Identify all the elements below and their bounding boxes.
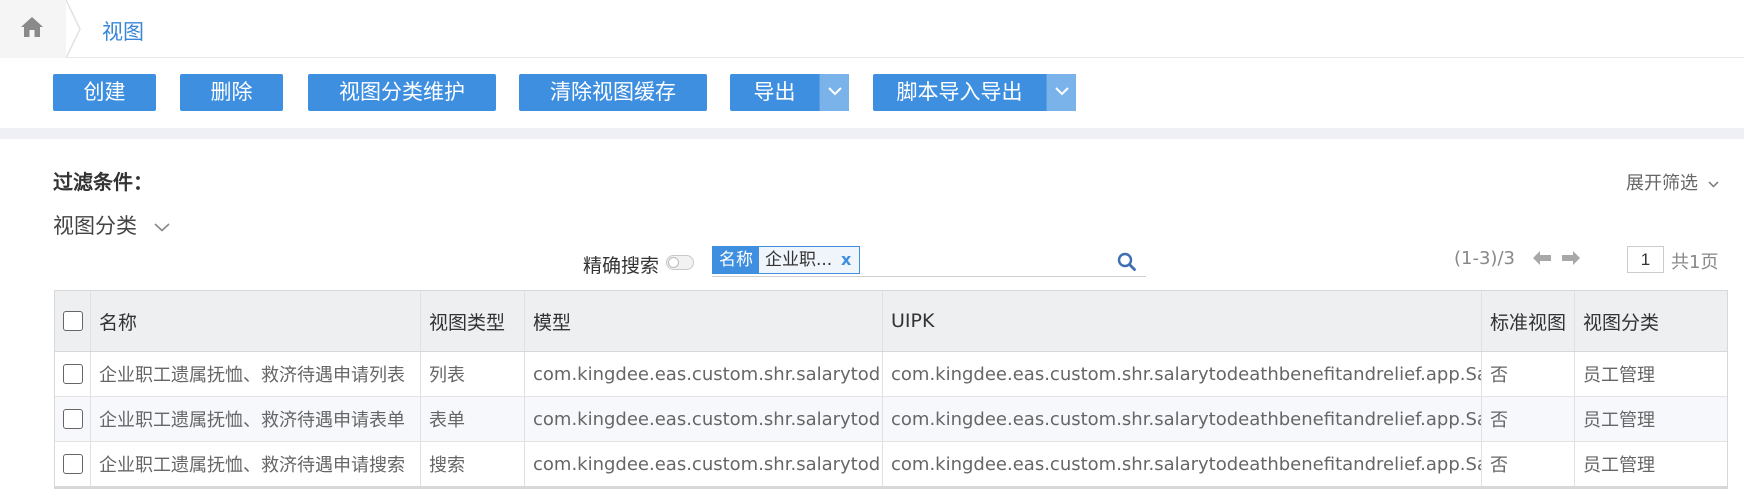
search-tag-value: 企业职... xyxy=(765,250,833,270)
table-row[interactable]: 企业职工遗属抚恤、救济待遇申请表单 表单 com.kingdee.eas.cus… xyxy=(55,397,1727,442)
exact-search-toggle[interactable] xyxy=(666,255,694,270)
cell-name-text: 企业职工遗属抚恤、救济待遇申请搜索 xyxy=(99,455,405,476)
cell-model: com.kingdee.eas.custom.shr.salarytod... xyxy=(525,442,883,486)
cell-model: com.kingdee.eas.custom.shr.salarytod... xyxy=(525,397,883,441)
chevron-down-icon xyxy=(1708,180,1719,188)
column-header-name[interactable]: 名称 xyxy=(91,291,421,351)
cell-uipk: com.kingdee.eas.custom.shr.salarytodeath… xyxy=(883,352,1482,396)
breadcrumb-separator xyxy=(66,0,81,58)
section-divider xyxy=(0,128,1744,139)
clear-cache-button[interactable]: 清除视图缓存 xyxy=(519,74,707,111)
cell-view-type: 搜索 xyxy=(421,442,525,486)
cell-uipk: com.kingdee.eas.custom.shr.salarytodeath… xyxy=(883,442,1482,486)
create-button[interactable]: 创建 xyxy=(53,74,156,111)
delete-button[interactable]: 删除 xyxy=(180,74,283,111)
toolbar: 创建 删除 视图分类维护 清除视图缓存 导出 脚本导入导出 xyxy=(0,58,1744,128)
header-checkbox-cell xyxy=(55,291,91,351)
cell-name-text: 企业职工遗属抚恤、救济待遇申请列表 xyxy=(99,365,405,386)
chevron-down-icon xyxy=(828,87,842,96)
cell-name-text: 企业职工遗属抚恤、救济待遇申请表单 xyxy=(99,410,405,431)
views-table: 名称 视图类型 模型 UIPK 标准视图 视图分类 企业职工遗属抚恤、救济待遇申… xyxy=(54,290,1728,487)
column-header-view-category[interactable]: 视图分类 xyxy=(1575,291,1727,351)
table-row[interactable]: 企业职工遗属抚恤、救济待遇申请列表 列表 com.kingdee.eas.cus… xyxy=(55,352,1727,397)
cell-view-category: 员工管理 xyxy=(1583,365,1655,386)
table-bottom-border xyxy=(54,486,1728,489)
search-tag-key: 名称 xyxy=(713,247,759,273)
breadcrumb-bar: 视图 xyxy=(0,0,1744,58)
cell-name[interactable]: 企业职工遗属抚恤、救济待遇申请搜索 xyxy=(91,442,421,486)
cell-name[interactable]: 企业职工遗属抚恤、救济待遇申请列表 xyxy=(91,352,421,396)
row-checkbox[interactable] xyxy=(62,454,83,474)
search-tag: 名称 企业职... x xyxy=(712,246,861,274)
table-row[interactable]: 企业职工遗属抚恤、救济待遇申请搜索 搜索 com.kingdee.eas.cus… xyxy=(55,442,1727,487)
export-button[interactable]: 导出 xyxy=(730,74,849,111)
column-header-view-type[interactable]: 视图类型 xyxy=(421,291,525,351)
pager-range: (1-3)/3 xyxy=(1454,248,1515,269)
column-header-standard-view[interactable]: 标准视图 xyxy=(1482,291,1575,351)
search-input[interactable] xyxy=(867,246,1107,274)
chevron-down-icon xyxy=(154,222,170,232)
filter-label: 过滤条件： xyxy=(53,170,153,194)
export-label: 导出 xyxy=(753,80,796,104)
cell-name[interactable]: 企业职工遗属抚恤、救济待遇申请表单 xyxy=(91,397,421,441)
expand-filter-label: 展开筛选 xyxy=(1626,173,1698,194)
breadcrumb-current[interactable]: 视图 xyxy=(102,16,144,46)
cell-model: com.kingdee.eas.custom.shr.salarytod... xyxy=(525,352,883,396)
column-header-model[interactable]: 模型 xyxy=(525,291,883,351)
cell-standard-view: 否 xyxy=(1482,442,1575,486)
chevron-down-icon xyxy=(1055,87,1069,96)
cell-uipk: com.kingdee.eas.custom.shr.salarytodeath… xyxy=(883,397,1482,441)
script-import-export-button[interactable]: 脚本导入导出 xyxy=(873,74,1076,111)
row-checkbox-cell xyxy=(55,397,91,441)
category-maintain-button[interactable]: 视图分类维护 xyxy=(308,74,496,111)
select-all-checkbox[interactable] xyxy=(62,311,83,331)
exact-search-label: 精确搜索 xyxy=(583,255,660,277)
cell-view-category: 员工管理 xyxy=(1583,410,1655,431)
cell-view-type: 表单 xyxy=(421,397,525,441)
home-button[interactable] xyxy=(0,0,66,58)
row-checkbox-cell xyxy=(55,442,91,486)
page-total: 共1页 xyxy=(1671,252,1719,273)
cell-view-category: 员工管理 xyxy=(1583,455,1655,476)
cell-standard-view: 否 xyxy=(1482,397,1575,441)
column-header-uipk[interactable]: UIPK xyxy=(883,291,1482,351)
table-header-row: 名称 视图类型 模型 UIPK 标准视图 视图分类 xyxy=(55,291,1727,352)
cell-view-type: 列表 xyxy=(421,352,525,396)
row-checkbox-cell xyxy=(55,352,91,396)
script-import-export-label: 脚本导入导出 xyxy=(896,80,1023,104)
export-dropdown[interactable] xyxy=(819,74,849,111)
cell-standard-view: 否 xyxy=(1482,352,1575,396)
home-icon xyxy=(21,17,43,37)
arrow-left-icon[interactable] xyxy=(1532,250,1552,266)
arrow-right-icon[interactable] xyxy=(1561,250,1581,266)
page-number-input[interactable] xyxy=(1627,246,1664,273)
search-icon[interactable] xyxy=(1117,252,1136,271)
script-import-export-dropdown[interactable] xyxy=(1046,74,1076,111)
search-box: 名称 企业职... x xyxy=(712,246,1146,277)
search-tag-remove-button[interactable]: x xyxy=(837,247,859,273)
category-filter-label: 视图分类 xyxy=(53,214,137,238)
row-checkbox[interactable] xyxy=(62,409,83,429)
expand-filter-button[interactable]: 展开筛选 xyxy=(1626,169,1719,195)
row-checkbox[interactable] xyxy=(62,364,83,384)
toggle-knob xyxy=(668,257,679,268)
category-filter-dropdown[interactable]: 视图分类 xyxy=(53,210,170,240)
